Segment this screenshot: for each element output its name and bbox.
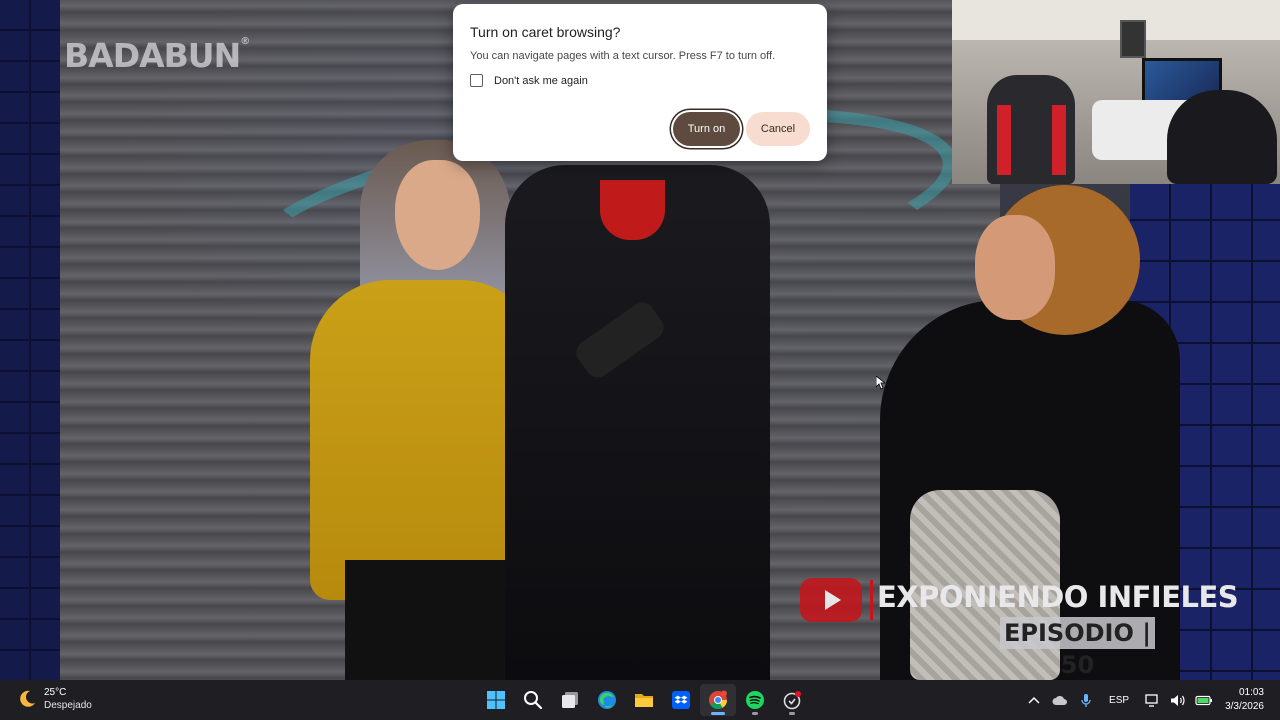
dropbox-icon	[672, 691, 690, 709]
microphone-tray-button[interactable]	[1073, 680, 1099, 720]
clock-date: 3/3/2026	[1225, 701, 1264, 712]
video-overlay-title: EXPONIENDO INFIELES	[870, 580, 1239, 620]
input-language-indicator[interactable]: ESP	[1099, 695, 1139, 706]
weather-description: Despejado	[44, 700, 92, 711]
webcam-person-headset	[1167, 90, 1277, 184]
network-tray-button[interactable]	[1139, 680, 1165, 720]
taskbar-apps	[478, 684, 811, 716]
video-overlay-episode: EPISODIO | 50	[1000, 617, 1155, 679]
task-view-icon	[562, 692, 578, 708]
youtube-logo-icon	[800, 578, 862, 622]
webcam-chair-stripe	[1052, 105, 1066, 175]
man-center-red-shirt	[600, 180, 665, 240]
battery-charging-icon	[1195, 695, 1213, 705]
webcam-wall-frame	[1120, 20, 1146, 58]
webcam-ceiling	[952, 0, 1280, 40]
webcam-overlay	[952, 0, 1280, 184]
watermark-mark: ®	[240, 36, 250, 47]
microphone-icon	[1081, 693, 1091, 707]
cloud-icon	[1052, 695, 1068, 705]
battery-tray-button[interactable]	[1191, 680, 1217, 720]
dont-ask-again-label[interactable]: Don't ask me again	[494, 75, 588, 87]
chrome-running-indicator	[711, 712, 725, 715]
onedrive-tray-button[interactable]	[1047, 680, 1073, 720]
app-notification-button[interactable]	[774, 684, 810, 716]
system-tray: ESP 01:03 3/3/2026	[1021, 680, 1280, 720]
caret-browsing-dialog: Turn on caret browsing? You can navigate…	[453, 4, 827, 161]
task-view-button[interactable]	[552, 684, 588, 716]
chrome-button[interactable]	[700, 684, 736, 716]
taskbar-clock[interactable]: 01:03 3/3/2026	[1217, 686, 1280, 714]
woman-right-face	[975, 215, 1055, 320]
app-icon	[783, 691, 801, 710]
turn-on-button[interactable]: Turn on	[673, 112, 740, 146]
webcam-chair-stripe	[997, 105, 1011, 175]
chrome-icon	[709, 690, 727, 710]
search-button[interactable]	[515, 684, 551, 716]
edge-icon	[598, 691, 616, 709]
watermark-text: BADABUN	[64, 36, 241, 75]
speaker-icon	[1171, 694, 1185, 706]
network-icon	[1144, 693, 1158, 707]
start-button[interactable]	[478, 684, 514, 716]
woman-left-face	[395, 160, 480, 270]
channel-watermark: BADABUN®	[64, 36, 250, 75]
blue-tile-wall-left	[0, 0, 60, 680]
chevron-up-icon	[1028, 696, 1040, 704]
spotify-icon	[746, 691, 764, 709]
dont-ask-again-row[interactable]: Don't ask me again	[470, 74, 588, 87]
dialog-title: Turn on caret browsing?	[470, 24, 621, 40]
dont-ask-again-checkbox[interactable]	[470, 74, 483, 87]
dropbox-button[interactable]	[663, 684, 699, 716]
windows-taskbar: 25°C Despejado ESP 01:03 3/3/2026	[0, 680, 1280, 720]
dialog-body: You can navigate pages with a text curso…	[470, 50, 776, 62]
woman-left-legs	[345, 560, 515, 680]
weather-widget[interactable]: 25°C Despejado	[16, 686, 92, 712]
file-explorer-button[interactable]	[626, 684, 662, 716]
show-hidden-icons-button[interactable]	[1021, 680, 1047, 720]
clock-time: 01:03	[1238, 687, 1264, 698]
cancel-button[interactable]: Cancel	[746, 112, 810, 146]
spotify-running-indicator	[752, 712, 758, 715]
spotify-button[interactable]	[737, 684, 773, 716]
weather-temperature: 25°C	[44, 687, 67, 698]
windows-icon	[487, 691, 505, 709]
app-running-indicator	[789, 712, 795, 715]
volume-tray-button[interactable]	[1165, 680, 1191, 720]
folder-icon	[635, 694, 653, 707]
man-center-body	[505, 165, 770, 680]
moon-icon	[20, 690, 35, 707]
search-icon	[524, 691, 543, 710]
edge-button[interactable]	[589, 684, 625, 716]
